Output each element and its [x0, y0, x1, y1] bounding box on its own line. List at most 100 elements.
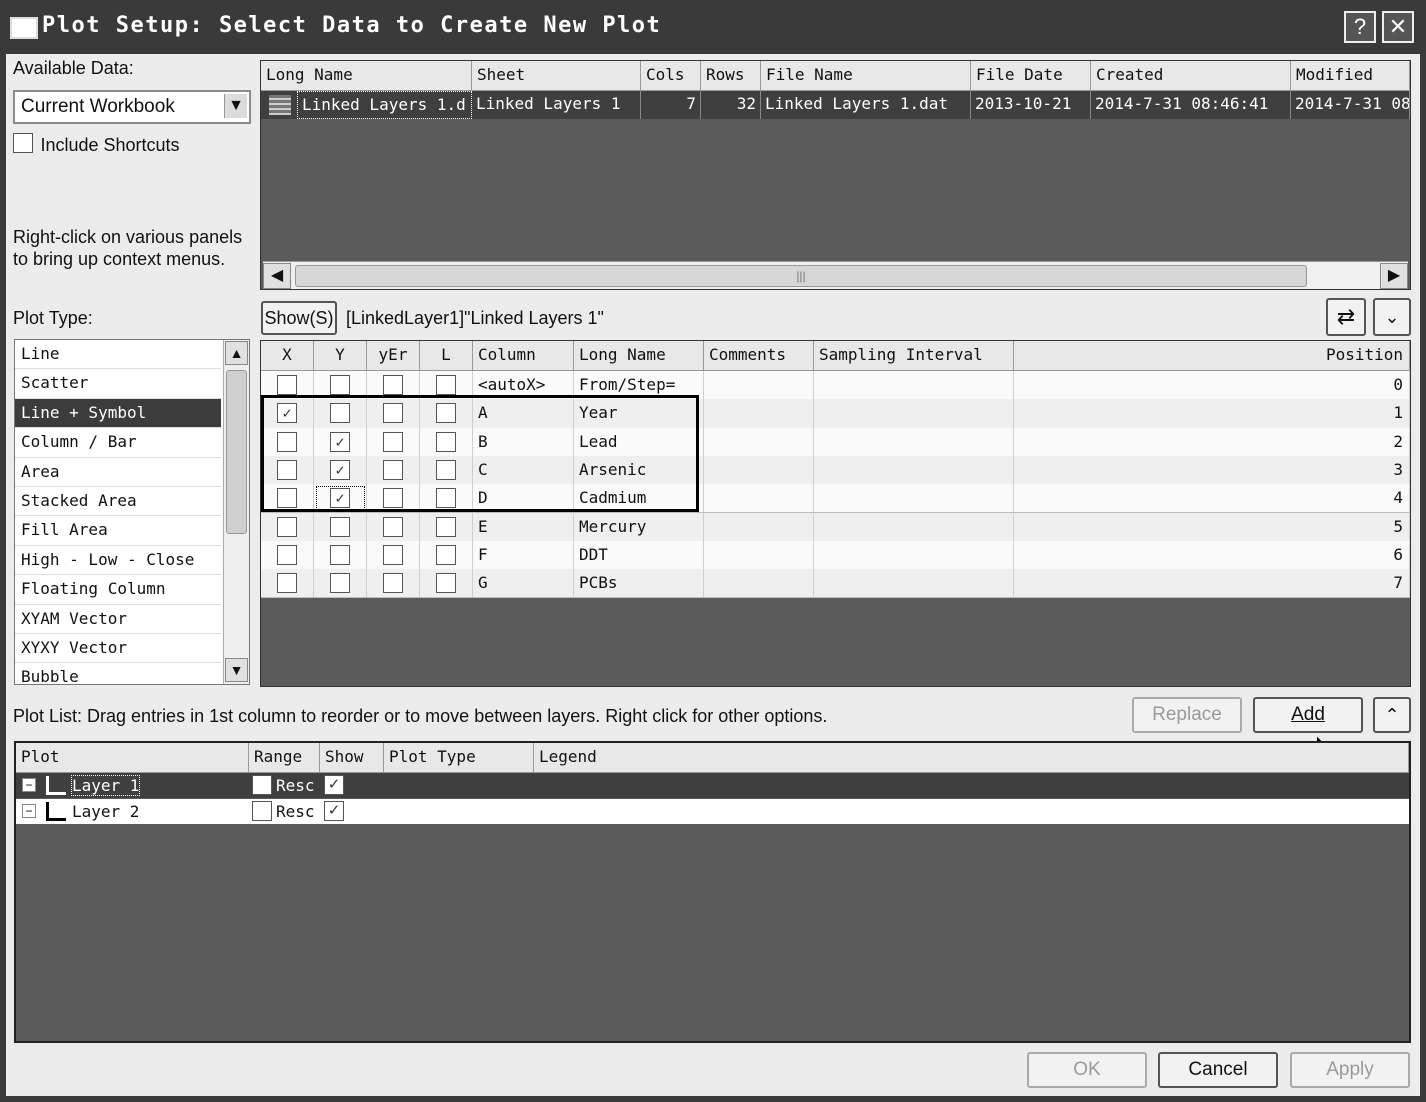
chevron-down-icon[interactable]: ▼ [224, 94, 247, 118]
header-cols[interactable]: Cols [641, 61, 701, 91]
plot-list[interactable]: Plot Range Show Plot Type Legend − Layer … [14, 741, 1411, 1043]
column-cell[interactable]: B [473, 427, 574, 456]
comments-cell[interactable] [704, 427, 814, 456]
swap-icon[interactable]: ⇄ [1326, 298, 1366, 336]
yer-check-box[interactable] [383, 573, 403, 594]
y-check-box[interactable] [330, 544, 350, 565]
layer-name[interactable]: Layer 2 [72, 802, 139, 821]
position-cell[interactable]: 0 [1014, 371, 1410, 400]
datasets-hscrollbar[interactable]: ◀ ||| ▶ [263, 261, 1408, 289]
long-name-cell[interactable]: Cadmium [574, 484, 704, 513]
y-check-box[interactable]: ✓ [330, 488, 350, 509]
layer-name[interactable]: Layer 1 [70, 775, 141, 796]
datasets-table[interactable]: Long Name Sheet Cols Rows File Name File… [260, 60, 1411, 290]
column-cell[interactable]: E [473, 512, 574, 541]
column-row[interactable]: F DDT 6 [261, 540, 1410, 571]
header-rows[interactable]: Rows [701, 61, 761, 91]
show-button[interactable]: Show(S) [261, 301, 337, 335]
comments-cell[interactable] [704, 512, 814, 541]
header-yer[interactable]: yEr [367, 341, 420, 371]
close-button[interactable]: ✕ [1382, 11, 1414, 43]
x-check-box[interactable] [277, 573, 297, 594]
position-cell[interactable]: 1 [1014, 399, 1410, 428]
sampling-interval-cell[interactable] [814, 484, 1014, 513]
plot-type-item[interactable]: XYAM Vector [15, 604, 221, 634]
column-row[interactable]: ✓ A Year 1 [261, 399, 1410, 429]
replace-button[interactable]: Replace [1132, 697, 1242, 733]
header-created[interactable]: Created [1091, 61, 1291, 91]
plot-type-item[interactable]: Column / Bar [15, 428, 221, 458]
help-button[interactable]: ? [1344, 11, 1376, 43]
include-shortcuts-checkbox[interactable]: Include Shortcuts [13, 133, 180, 158]
header-position[interactable]: Position [1014, 341, 1410, 371]
header-long-name[interactable]: Long Name [574, 341, 704, 371]
y-check-box[interactable] [330, 573, 350, 594]
plot-list-layer[interactable]: − Layer 2 Resc ✓ [16, 799, 1409, 824]
sampling-interval-cell[interactable] [814, 427, 1014, 456]
rescale-checkbox[interactable] [252, 775, 272, 795]
x-check-box[interactable] [277, 375, 297, 395]
cancel-button[interactable]: Cancel [1158, 1052, 1278, 1088]
long-name-cell[interactable]: DDT [574, 540, 704, 570]
position-cell[interactable]: 6 [1014, 540, 1410, 570]
ok-button[interactable]: OK [1027, 1052, 1147, 1088]
y-check-box[interactable]: ✓ [330, 431, 350, 452]
x-check-box[interactable]: ✓ [277, 403, 297, 424]
plot-type-item[interactable]: Bubble [15, 663, 221, 684]
header-x[interactable]: X [261, 341, 314, 371]
dataset-file-date[interactable]: 2013-10-21 [971, 91, 1091, 119]
long-name-cell[interactable]: Arsenic [574, 455, 704, 485]
yer-check-box[interactable] [383, 403, 403, 424]
yer-check-box[interactable] [383, 488, 403, 509]
long-name-cell[interactable]: Year [574, 399, 704, 428]
header-file-name[interactable]: File Name [761, 61, 971, 91]
header-show[interactable]: Show [320, 743, 384, 773]
plot-type-item[interactable]: Line [15, 340, 221, 370]
plot-type-item[interactable]: Scatter [15, 369, 221, 399]
x-check-box[interactable] [277, 516, 297, 537]
column-cell[interactable]: D [473, 484, 574, 513]
collapse-toggle-icon[interactable]: − [22, 778, 36, 792]
show-checkbox[interactable]: ✓ [324, 775, 344, 795]
sampling-interval-cell[interactable] [814, 569, 1014, 598]
sampling-interval-cell[interactable] [814, 371, 1014, 400]
column-row[interactable]: G PCBs 7 [261, 569, 1410, 599]
available-data-select[interactable]: Current Workbook ▼ [13, 90, 251, 124]
header-column[interactable]: Column [473, 341, 574, 371]
l-check-box[interactable] [436, 516, 456, 537]
header-plot-type[interactable]: Plot Type [384, 743, 534, 773]
scroll-thumb[interactable]: ||| [295, 265, 1307, 287]
plot-type-list[interactable]: Line Scatter Line + Symbol Column / Bar Area… [14, 339, 250, 685]
column-row[interactable]: ✓ C Arsenic 3 [261, 455, 1410, 486]
plot-list-layer[interactable]: − Layer 1 Resc ✓ [16, 773, 1409, 798]
l-check-box[interactable] [436, 459, 456, 480]
column-cell[interactable]: G [473, 569, 574, 598]
header-modified[interactable]: Modified [1291, 61, 1410, 91]
column-row[interactable]: ✓ D Cadmium 4 [261, 484, 1410, 514]
comments-cell[interactable] [704, 540, 814, 570]
plot-type-item[interactable]: Fill Area [15, 516, 221, 546]
scroll-up-icon[interactable]: ▲ [225, 341, 248, 365]
l-check-box[interactable] [436, 431, 456, 452]
y-check-box[interactable] [330, 375, 350, 395]
column-cell[interactable]: <autoX> [473, 371, 574, 400]
l-check-box[interactable] [436, 544, 456, 565]
dataset-long-name[interactable]: Linked Layers 1.d [297, 91, 472, 119]
sampling-interval-cell[interactable] [814, 455, 1014, 485]
sampling-interval-cell[interactable] [814, 540, 1014, 570]
yer-check-box[interactable] [383, 544, 403, 565]
x-check-box[interactable] [277, 431, 297, 452]
add-button[interactable]: Add [1253, 697, 1363, 733]
column-row[interactable]: E Mercury 5 [261, 512, 1410, 542]
header-long-name[interactable]: Long Name [261, 61, 472, 91]
column-cell[interactable]: F [473, 540, 574, 570]
column-row[interactable]: <autoX> From/Step= 0 [261, 371, 1410, 401]
x-check-box[interactable] [277, 459, 297, 480]
long-name-cell[interactable]: Lead [574, 427, 704, 456]
l-check-box[interactable] [436, 375, 456, 395]
y-check-box[interactable]: ✓ [330, 459, 350, 480]
column-cell[interactable]: C [473, 455, 574, 485]
position-cell[interactable]: 4 [1014, 484, 1410, 513]
y-check-box[interactable] [330, 516, 350, 537]
long-name-cell[interactable]: PCBs [574, 569, 704, 598]
